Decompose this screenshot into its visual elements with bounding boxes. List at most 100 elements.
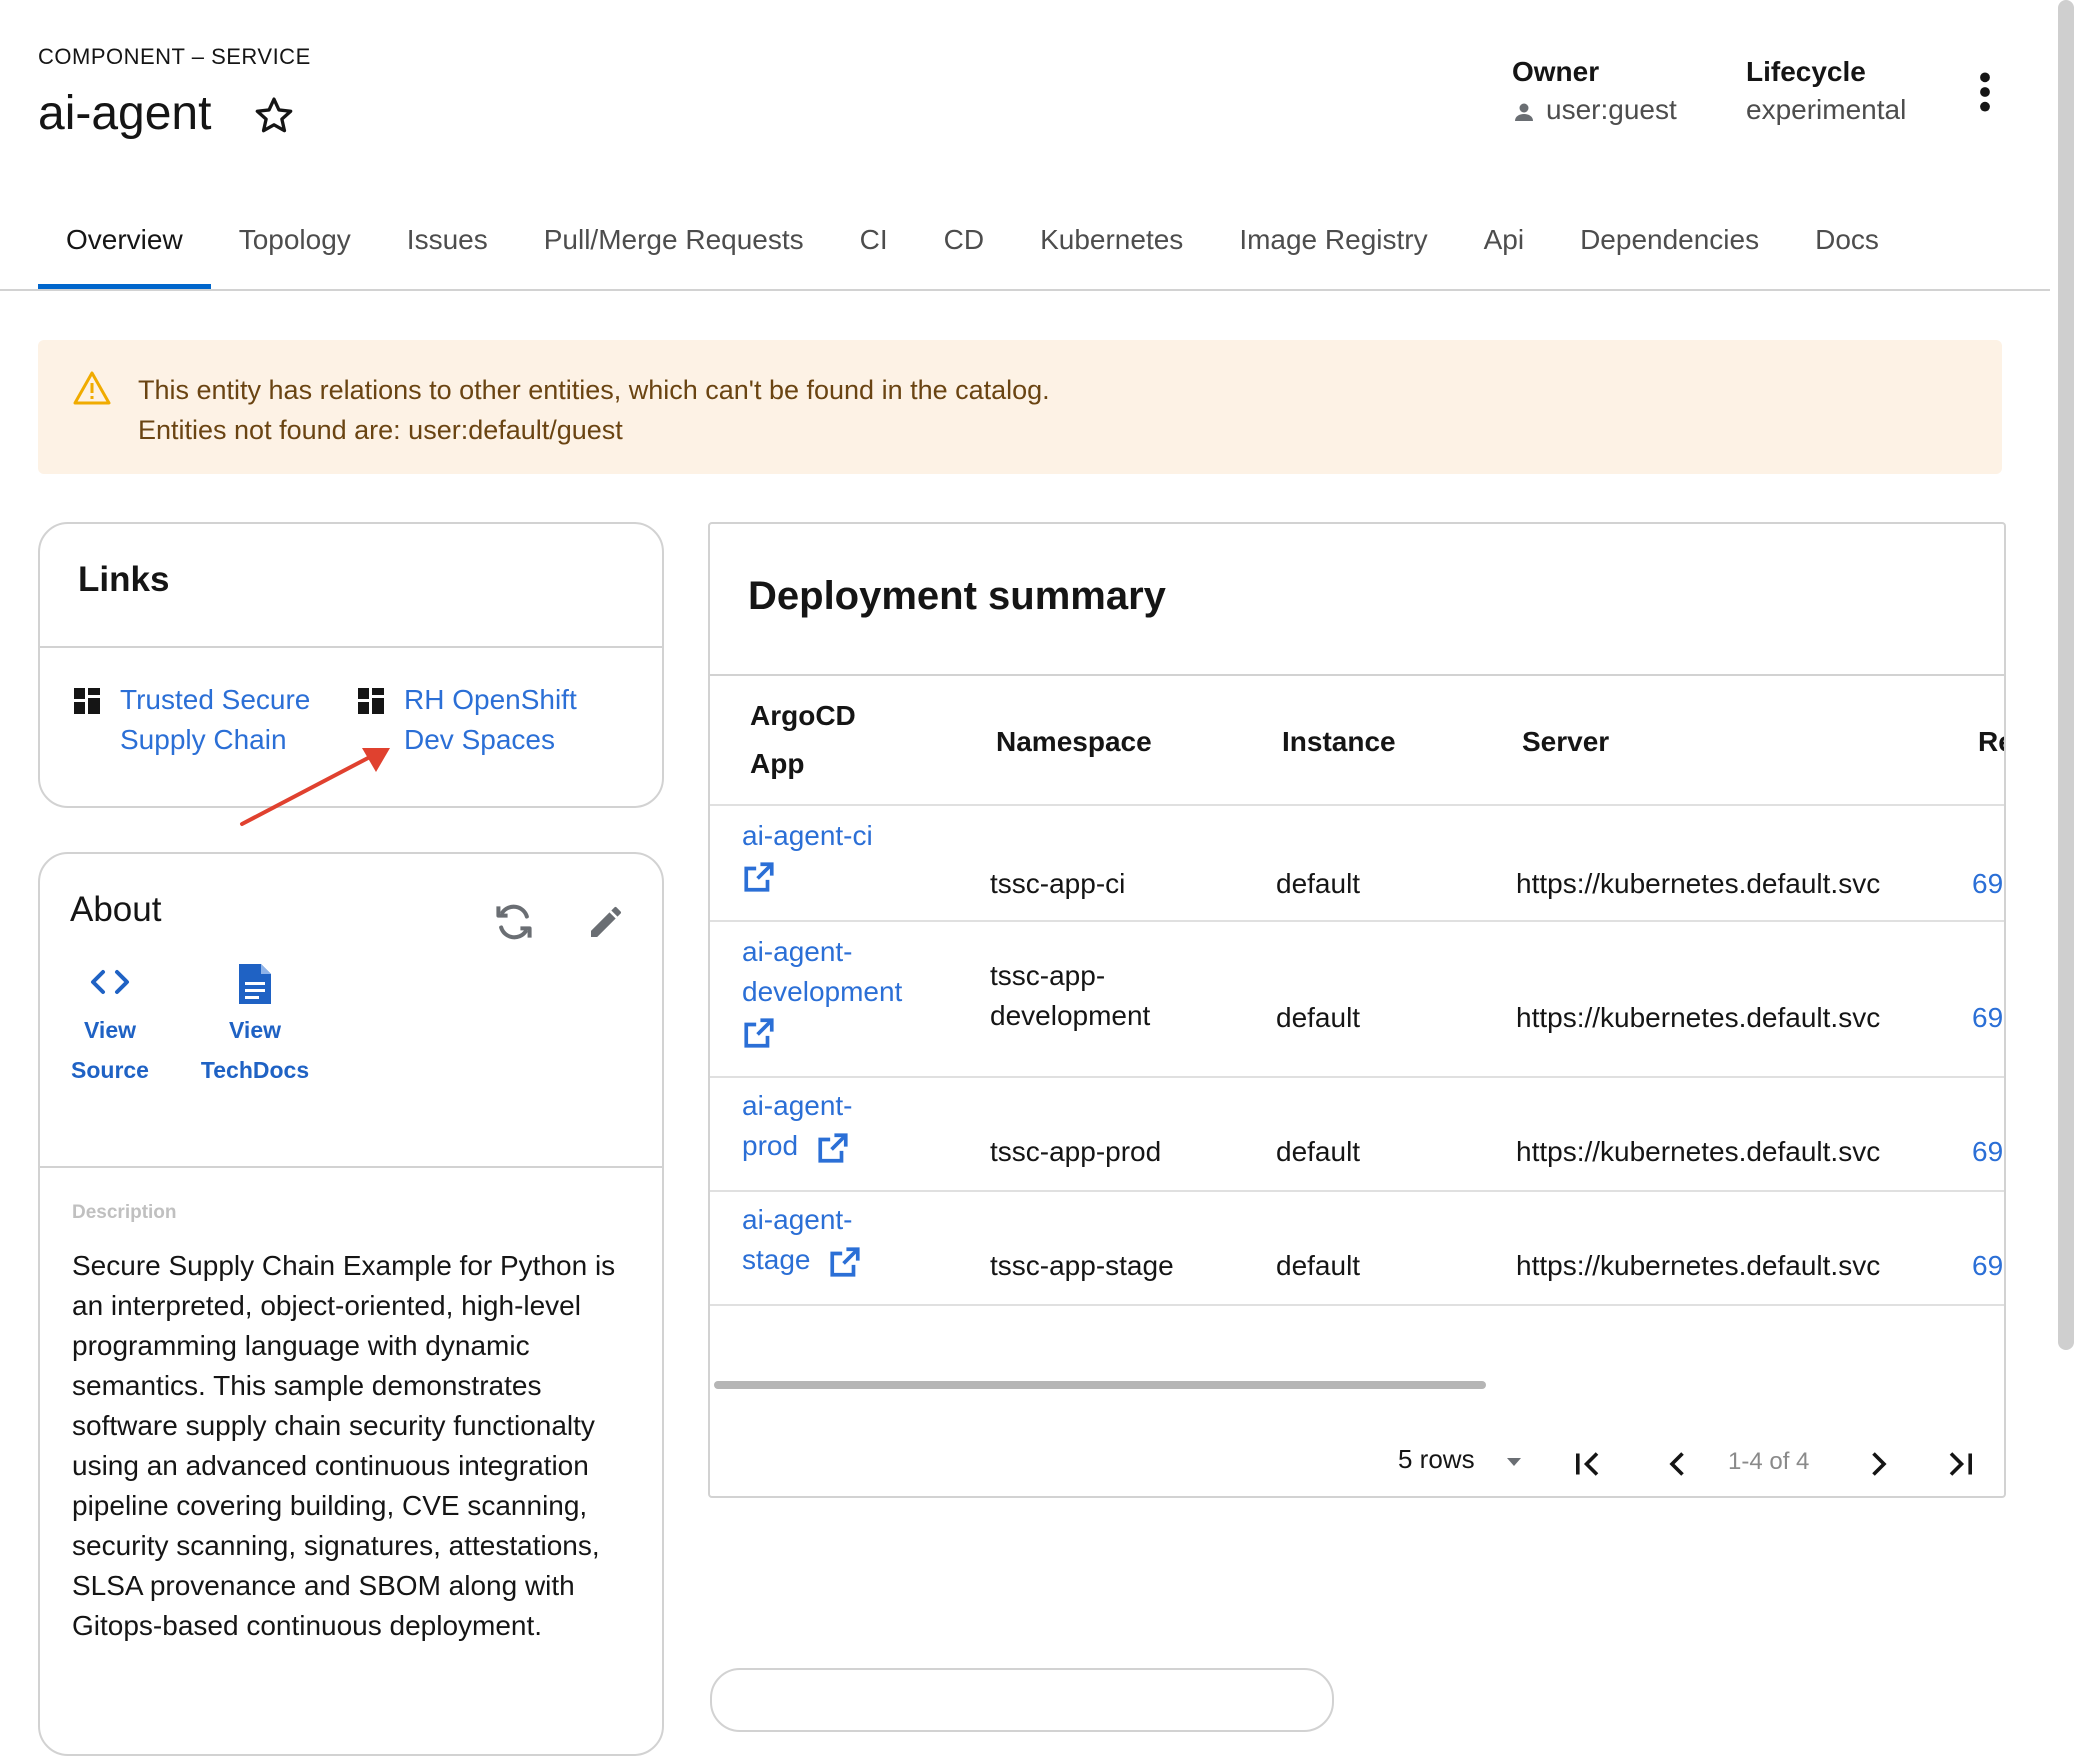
- about-divider: [40, 1166, 662, 1168]
- view-techdocs-button[interactable]: View TechDocs: [190, 962, 320, 1090]
- revision-link[interactable]: 69: [1972, 1246, 2003, 1286]
- external-link-icon[interactable]: [816, 1131, 850, 1165]
- links-title: Links: [78, 560, 170, 599]
- tab-pull-merge-requests[interactable]: Pull/Merge Requests: [516, 218, 832, 290]
- header-line-2: App: [750, 748, 805, 779]
- tab-kubernetes[interactable]: Kubernetes: [1012, 218, 1211, 290]
- table-row: ai-agent- stage: [742, 1200, 862, 1280]
- pagination-range: 1-4 of 4: [1728, 1448, 1810, 1475]
- table-row: ai-agent-ci: [742, 816, 873, 894]
- argocd-app-link[interactable]: ai-agent-ci: [742, 816, 873, 856]
- description-label: Description: [72, 1202, 177, 1223]
- server-cell: https://kubernetes.default.svc: [1516, 1136, 1881, 1167]
- horizontal-scrollbar[interactable]: [714, 1381, 1486, 1389]
- last-page-icon[interactable]: [1942, 1446, 1978, 1482]
- description-line: programming language with dynamic: [72, 1330, 530, 1361]
- argocd-app-link[interactable]: ai-agent- development: [742, 932, 902, 1012]
- next-card-partial: [710, 1668, 1334, 1732]
- instance-cell: default: [1276, 1250, 1361, 1281]
- prev-page-icon[interactable]: [1660, 1446, 1696, 1482]
- tab-cd[interactable]: CD: [916, 218, 1012, 290]
- entity-kind: COMPONENT – SERVICE: [38, 44, 311, 69]
- description-line: Gitops-based continuous deployment.: [72, 1610, 543, 1641]
- description-line: using an advanced continuous integration: [72, 1450, 589, 1481]
- kebab-icon[interactable]: [1970, 70, 2000, 114]
- deployment-summary-card: Deployment summary ArgoCD App Namespace …: [708, 522, 2006, 1498]
- link-text-line-1: Trusted Secure: [120, 684, 311, 715]
- view-source-label-2: Source: [71, 1057, 149, 1083]
- alert-line-2: Entities not found are: user:default/gue…: [138, 415, 623, 445]
- lifecycle-value: experimental: [1746, 94, 1907, 125]
- tab-api[interactable]: Api: [1456, 218, 1552, 290]
- header-line-1: ArgoCD: [750, 700, 856, 731]
- view-techdocs-label-1: View: [229, 1017, 281, 1043]
- external-link-icon[interactable]: [742, 1016, 776, 1050]
- alert-message: This entity has relations to other entit…: [138, 370, 1050, 450]
- external-link-icon[interactable]: [828, 1245, 862, 1279]
- revision-link[interactable]: 69: [1972, 1132, 2003, 1172]
- about-card: About View Source View TechDocs Descript…: [38, 852, 664, 1756]
- link-text-line-1: RH OpenShift: [404, 684, 577, 715]
- column-header-argocd-app[interactable]: ArgoCD App: [750, 692, 856, 788]
- app-line-1: ai-agent-: [742, 936, 853, 967]
- revision-link[interactable]: 69: [1972, 998, 2003, 1038]
- page-scrollbar[interactable]: [2058, 0, 2074, 1350]
- column-header-server[interactable]: Server: [1522, 718, 1609, 766]
- column-header-revision[interactable]: Re: [1978, 718, 2004, 766]
- namespace-cell: tssc-app-stage: [990, 1250, 1174, 1281]
- namespace-line-1: tssc-app-: [990, 960, 1106, 991]
- description-line: pipeline covering building, CVE scanning…: [72, 1490, 588, 1521]
- code-icon: [91, 970, 129, 994]
- description-line: security scanning, signatures, attestati…: [72, 1530, 600, 1561]
- namespace-cell: tssc-app-prod: [990, 1136, 1162, 1167]
- row-divider: [710, 1076, 2004, 1078]
- user-icon: [1515, 103, 1533, 121]
- tab-overview[interactable]: Overview: [38, 218, 211, 290]
- namespace-cell: tssc-app- development: [990, 956, 1150, 1036]
- refresh-icon[interactable]: [492, 900, 536, 944]
- app-line-2: prod: [742, 1130, 799, 1161]
- column-header-namespace[interactable]: Namespace: [996, 718, 1152, 766]
- view-source-label-1: View: [84, 1017, 136, 1043]
- annotation-arrow: [240, 748, 390, 826]
- view-source-button[interactable]: View Source: [60, 962, 160, 1090]
- edit-icon[interactable]: [586, 902, 626, 942]
- view-techdocs-label-2: TechDocs: [200, 1057, 310, 1083]
- tab-issues[interactable]: Issues: [379, 218, 516, 290]
- tabs-divider: [0, 289, 2050, 291]
- instance-cell: default: [1276, 1136, 1361, 1167]
- deployment-title: Deployment summary: [748, 574, 1166, 618]
- instance-cell: default: [1276, 1002, 1361, 1033]
- external-link-icon[interactable]: [742, 860, 776, 894]
- next-page-icon[interactable]: [1860, 1446, 1896, 1482]
- argocd-app-link[interactable]: ai-agent- prod: [742, 1086, 853, 1166]
- tab-topology[interactable]: Topology: [211, 218, 379, 290]
- column-header-instance[interactable]: Instance: [1282, 718, 1396, 766]
- row-divider: [710, 920, 2004, 922]
- grid-icon: [358, 688, 384, 714]
- rows-per-page-select[interactable]: 5 rows: [1398, 1444, 1475, 1475]
- page-title: ai-agent: [38, 87, 212, 140]
- app-line-2: development: [742, 976, 903, 1007]
- server-cell: https://kubernetes.default.svc: [1516, 868, 1881, 899]
- app-line-1: ai-agent-: [742, 1204, 853, 1235]
- server-cell: https://kubernetes.default.svc: [1516, 1250, 1881, 1281]
- alert-line-1: This entity has relations to other entit…: [138, 375, 1050, 405]
- app-line-1: ai-agent-: [742, 1090, 853, 1121]
- caret-down-icon[interactable]: [1500, 1450, 1528, 1474]
- namespace-line-2: development: [990, 1000, 1151, 1031]
- tab-docs[interactable]: Docs: [1787, 218, 1907, 290]
- argocd-app-link[interactable]: ai-agent- stage: [742, 1200, 862, 1280]
- link-rh-openshift-dev-spaces[interactable]: RH OpenShift Dev Spaces: [404, 680, 577, 760]
- first-page-icon[interactable]: [1570, 1446, 1606, 1482]
- row-divider: [710, 1190, 2004, 1192]
- tab-ci[interactable]: CI: [832, 218, 916, 290]
- grid-icon: [74, 688, 100, 714]
- warning-icon: [73, 371, 111, 405]
- revision-link[interactable]: 69: [1972, 864, 2003, 904]
- owner-value[interactable]: user:guest: [1546, 94, 1677, 126]
- tab-image-registry[interactable]: Image Registry: [1211, 218, 1455, 290]
- tab-dependencies[interactable]: Dependencies: [1552, 218, 1787, 290]
- star-icon[interactable]: [252, 94, 296, 138]
- description-line: Secure Supply Chain Example for Python i…: [72, 1250, 616, 1281]
